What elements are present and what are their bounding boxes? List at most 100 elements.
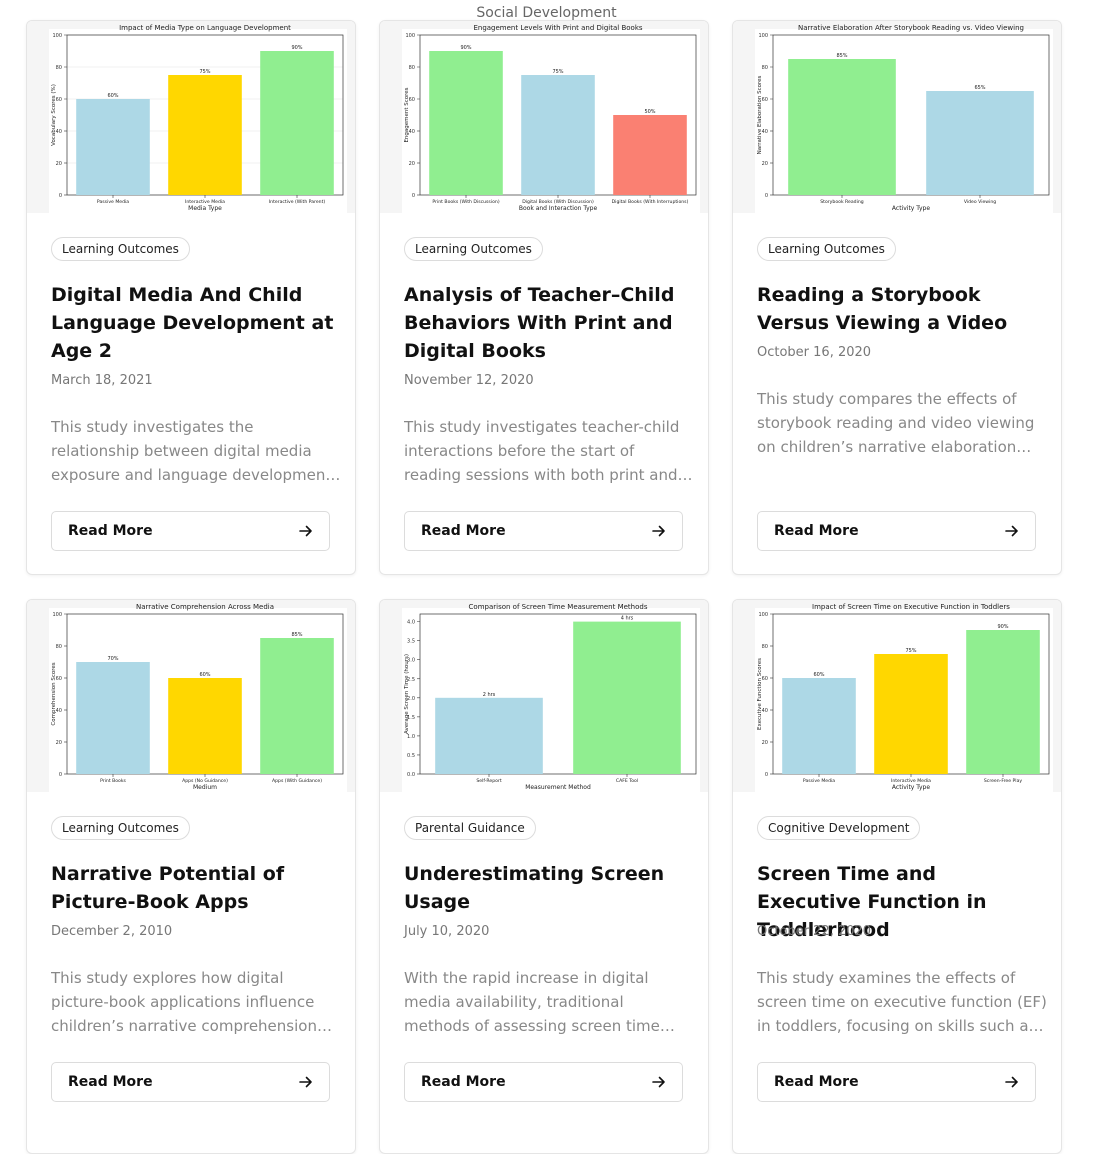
read-more-label: Read More: [774, 1074, 859, 1090]
article-card: Impact of Screen Time on Executive Funct…: [732, 599, 1062, 1154]
arrow-right-icon: [1005, 1076, 1018, 1088]
article-date: November 12, 2020: [404, 373, 534, 388]
category-tag[interactable]: Learning Outcomes: [404, 237, 543, 261]
bar: [168, 75, 242, 195]
article-date: July 10, 2020: [404, 924, 490, 939]
article-title[interactable]: Underestimating Screen Usage: [404, 860, 688, 916]
chart-title: Comparison of Screen Time Measurement Me…: [469, 603, 648, 611]
chart-figure: Impact of Screen Time on Executive Funct…: [733, 600, 1061, 792]
y-tick-label: 3.5: [407, 639, 415, 645]
read-more-button[interactable]: Read More: [404, 1062, 683, 1102]
read-more-label: Read More: [774, 523, 859, 539]
x-tick-label: Digital Books (With Interruptions): [612, 199, 689, 205]
x-tick-label: Passive Media: [97, 199, 129, 205]
y-tick-label: 100: [758, 33, 768, 39]
read-more-label: Read More: [421, 523, 506, 539]
y-tick-label: 20: [56, 161, 62, 167]
category-tag[interactable]: Learning Outcomes: [51, 816, 190, 840]
x-tick-label: Print Books (With Discussion): [432, 199, 499, 205]
chart-title: Narrative Elaboration After Storybook Re…: [798, 24, 1024, 32]
bar: [782, 678, 856, 774]
bar: [573, 621, 681, 774]
bar-value-label: 4 hrs: [621, 616, 634, 622]
arrow-right-icon: [652, 525, 665, 537]
bar-chart: Impact of Media Type on Language Develop…: [27, 21, 355, 213]
y-tick-label: 100: [405, 33, 415, 39]
category-tag[interactable]: Learning Outcomes: [757, 237, 896, 261]
bar-value-label: 90%: [997, 624, 1008, 630]
bar: [76, 99, 150, 195]
y-tick-label: 100: [52, 33, 62, 39]
bar: [429, 51, 503, 195]
article-date: March 18, 2021: [51, 373, 153, 388]
chart-figure: Engagement Levels With Print and Digital…: [380, 21, 708, 213]
bar-chart: Impact of Screen Time on Executive Funct…: [733, 600, 1061, 792]
y-tick-label: 20: [56, 740, 62, 746]
article-title[interactable]: Analysis of Teacher–Child Behaviors With…: [404, 281, 688, 365]
read-more-button[interactable]: Read More: [757, 511, 1036, 551]
bar-chart: Comparison of Screen Time Measurement Me…: [380, 600, 708, 792]
article-title[interactable]: Digital Media And Child Language Develop…: [51, 281, 335, 365]
bar-value-label: 70%: [107, 656, 118, 662]
y-axis-label: Narrative Elaboration Scores: [757, 75, 763, 154]
bar-value-label: 60%: [107, 93, 118, 99]
bar-value-label: 65%: [974, 85, 985, 91]
y-tick-label: 0: [412, 193, 415, 199]
bar-value-label: 50%: [644, 109, 655, 115]
bar: [168, 678, 242, 774]
bar: [260, 638, 334, 774]
chart-figure: Narrative Elaboration After Storybook Re…: [733, 21, 1061, 213]
category-tag[interactable]: Learning Outcomes: [51, 237, 190, 261]
x-axis-label: Activity Type: [892, 784, 930, 791]
y-tick-label: 80: [762, 65, 768, 71]
article-card: Narrative Elaboration After Storybook Re…: [732, 20, 1062, 575]
article-description: With the rapid increase in digital media…: [404, 969, 660, 1035]
bar-value-label: 75%: [552, 69, 563, 75]
y-tick-label: 4.0: [407, 620, 415, 626]
bar: [76, 662, 150, 774]
y-tick-label: 20: [409, 161, 415, 167]
y-tick-label: 0.5: [407, 753, 415, 759]
bar: [966, 630, 1040, 774]
article-card: Engagement Levels With Print and Digital…: [379, 20, 709, 575]
bar: [435, 697, 543, 774]
article-card: Impact of Media Type on Language Develop…: [26, 20, 356, 575]
x-tick-label: Interactive (With Parent): [269, 199, 326, 205]
bar-chart: Engagement Levels With Print and Digital…: [380, 21, 708, 213]
x-axis-label: Activity Type: [892, 205, 930, 212]
bar: [521, 75, 595, 195]
bar-value-label: 75%: [199, 69, 210, 75]
article-card: Comparison of Screen Time Measurement Me…: [379, 599, 709, 1154]
category-tag[interactable]: Cognitive Development: [757, 816, 921, 840]
bar-value-label: 90%: [460, 45, 471, 51]
read-more-button[interactable]: Read More: [404, 511, 683, 551]
y-tick-label: 20: [762, 161, 768, 167]
article-card: Narrative Comprehension Across Media 0 20 4…: [26, 599, 356, 1154]
chart-title: Impact of Media Type on Language Develop…: [119, 24, 291, 32]
bar-value-label: 90%: [291, 45, 302, 51]
y-tick-label: 0.0: [407, 772, 415, 778]
y-tick-label: 80: [762, 644, 768, 650]
y-axis-label: Average Screen Time (hours): [404, 654, 410, 734]
y-tick-label: 80: [56, 644, 62, 650]
x-tick-label: Apps (With Guidance): [272, 778, 322, 784]
x-tick-label: Video Viewing: [964, 199, 996, 205]
bar-value-label: 60%: [199, 672, 210, 678]
article-description: This study investigates the relationship…: [51, 418, 332, 484]
article-title[interactable]: Narrative Potential of Picture-Book Apps: [51, 860, 335, 916]
chart-title: Engagement Levels With Print and Digital…: [473, 24, 642, 32]
read-more-label: Read More: [68, 523, 153, 539]
y-tick-label: 0: [765, 193, 768, 199]
article-title[interactable]: Reading a Storybook Versus Viewing a Vid…: [757, 281, 1041, 337]
category-tag[interactable]: Parental Guidance: [404, 816, 536, 840]
read-more-button[interactable]: Read More: [51, 1062, 330, 1102]
read-more-button[interactable]: Read More: [757, 1062, 1036, 1102]
read-more-button[interactable]: Read More: [51, 511, 330, 551]
bar: [613, 115, 687, 195]
x-axis-label: Measurement Method: [525, 784, 591, 791]
y-tick-label: 0: [765, 772, 768, 778]
chart-title: Impact of Screen Time on Executive Funct…: [812, 603, 1010, 611]
x-tick-label: Self-Report: [476, 778, 501, 784]
x-tick-label: Screen-Free Play: [984, 778, 1023, 784]
article-date: October 16, 2020: [757, 345, 872, 360]
